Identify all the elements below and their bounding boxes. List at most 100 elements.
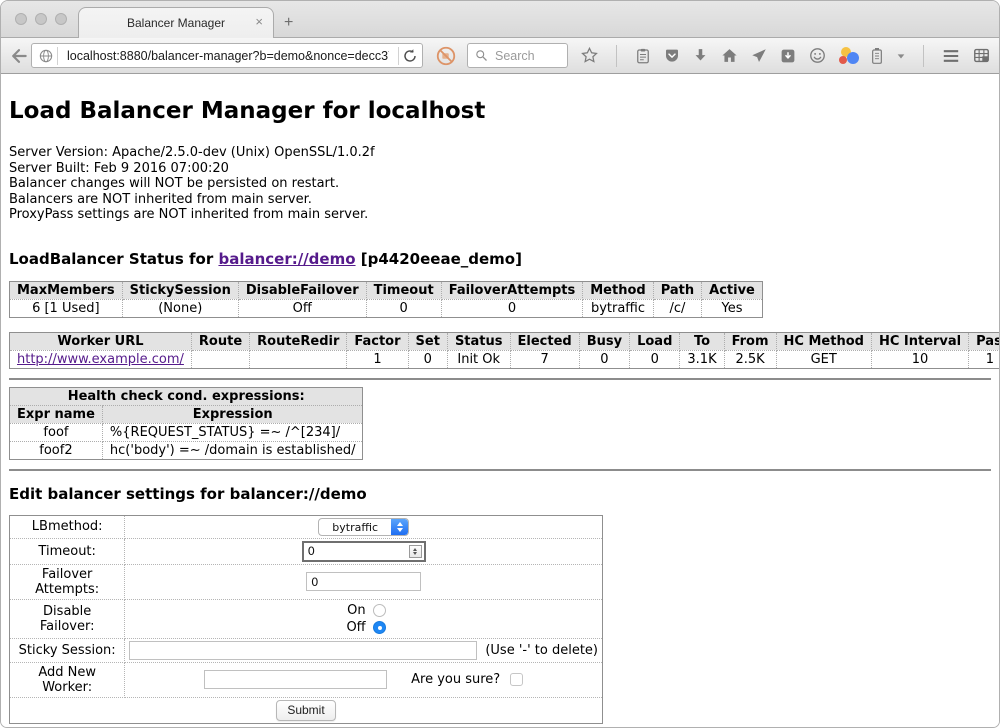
tab-balancer-manager[interactable]: Balancer Manager × — [78, 7, 274, 38]
cell-factor: 1 — [347, 350, 408, 368]
grid-icon[interactable] — [972, 46, 991, 65]
disable-failover-off-radio[interactable] — [373, 621, 386, 634]
navigation-toolbar: localhost:8880/balancer-manager?b=demo&n… — [1, 38, 999, 74]
form-row-timeout: Timeout: — [10, 538, 603, 564]
cell-method: bytraffic — [583, 299, 653, 317]
cell-hc-interval: 10 — [871, 350, 968, 368]
submit-button[interactable]: Submit — [276, 700, 335, 721]
chevron-down-icon[interactable] — [896, 51, 906, 61]
bookmark-star-icon[interactable] — [580, 46, 599, 65]
form-row-sticky: Sticky Session: (Use '-' to delete) — [10, 638, 603, 662]
cell-maxmembers: 6 [1 Used] — [10, 299, 123, 317]
globe-icon — [38, 48, 54, 64]
pocket-icon[interactable] — [663, 47, 681, 65]
timeout-input[interactable] — [302, 541, 426, 562]
lbmethod-select[interactable]: bytraffic — [318, 518, 409, 536]
toolbar-divider — [923, 45, 924, 67]
add-worker-label: Add New Worker: — [10, 662, 125, 697]
col-path: Path — [653, 281, 701, 299]
sticky-session-hint: (Use '-' to delete) — [485, 643, 598, 658]
minimize-window-button[interactable] — [35, 13, 47, 25]
balancer-demo-link[interactable]: balancer://demo — [218, 250, 355, 268]
cell-load: 0 — [630, 350, 680, 368]
table-row: foof2 hc('body') =~ /domain is establish… — [10, 441, 363, 459]
menu-icon[interactable] — [941, 48, 961, 64]
cell-disablefailover: Off — [238, 299, 366, 317]
disable-failover-on-radio[interactable] — [373, 604, 386, 617]
cell-expr-name: foof — [10, 423, 103, 441]
search-placeholder: Search — [495, 49, 535, 63]
add-worker-input[interactable] — [204, 670, 387, 689]
form-row-lbmethod: LBmethod: bytraffic — [10, 515, 603, 538]
server-version: Server Version: Apache/2.5.0-dev (Unix) … — [9, 145, 991, 161]
radio-on-label: On — [342, 603, 366, 618]
radio-off-label: Off — [342, 620, 366, 635]
tab-bar: Balancer Manager × + — [1, 1, 999, 38]
smiley-icon[interactable] — [808, 46, 827, 65]
cell-active: Yes — [702, 299, 763, 317]
colors-icon[interactable] — [838, 46, 858, 66]
back-icon[interactable] — [9, 46, 29, 66]
table-row: foof %{REQUEST_STATUS} =~ /^[234]/ — [10, 423, 363, 441]
blocked-icon[interactable] — [435, 45, 457, 67]
urlbar-divider — [398, 47, 399, 65]
battery-icon[interactable] — [869, 46, 885, 66]
timeout-label: Timeout: — [10, 538, 125, 564]
note-persist: Balancer changes will NOT be persisted o… — [9, 176, 991, 192]
sticky-session-input[interactable] — [129, 641, 477, 660]
select-arrows-icon — [391, 519, 408, 535]
cell-path: /c/ — [653, 299, 701, 317]
download-icon[interactable] — [692, 47, 709, 64]
col-passes: Passes — [969, 332, 999, 350]
reload-icon[interactable] — [402, 48, 418, 64]
zoom-window-button[interactable] — [55, 13, 67, 25]
cell-route — [191, 350, 249, 368]
number-stepper-icon[interactable] — [409, 545, 422, 558]
home-icon[interactable] — [720, 46, 739, 65]
section-divider — [9, 469, 991, 471]
table-header-row: Expr name Expression — [10, 405, 363, 423]
worker-status-table: Worker URL Route RouteRedir Factor Set S… — [9, 332, 999, 369]
search-bar[interactable]: Search — [467, 43, 568, 68]
failover-attempts-input[interactable] — [306, 572, 421, 591]
lbmethod-selected-value: bytraffic — [319, 519, 391, 535]
toolbar-divider — [616, 45, 617, 67]
worker-url-link[interactable]: http://www.example.com/ — [17, 352, 184, 367]
close-window-button[interactable] — [15, 13, 27, 25]
url-bar[interactable]: localhost:8880/balancer-manager?b=demo&n… — [31, 43, 423, 68]
col-routeredir: RouteRedir — [250, 332, 347, 350]
server-info: Server Version: Apache/2.5.0-dev (Unix) … — [9, 145, 991, 223]
cell-passes: 1 (0) — [969, 350, 999, 368]
section-divider — [9, 378, 991, 380]
server-built: Server Built: Feb 9 2016 07:00:20 — [9, 161, 991, 177]
are-you-sure-checkbox[interactable] — [510, 673, 523, 686]
cell-timeout: 0 — [366, 299, 441, 317]
page-content: Load Balancer Manager for localhost Serv… — [1, 74, 999, 728]
form-row-submit: Submit — [10, 697, 603, 723]
health-table-title: Health check cond. expressions: — [10, 387, 363, 405]
note-proxypass: ProxyPass settings are NOT inherited fro… — [9, 207, 991, 223]
cell-expression: hc('body') =~ /domain is established/ — [102, 441, 363, 459]
cell-hc-method: GET — [776, 350, 871, 368]
url-text[interactable]: localhost:8880/balancer-manager?b=demo&n… — [67, 49, 389, 63]
save-box-icon[interactable] — [779, 47, 797, 65]
send-icon[interactable] — [750, 47, 768, 65]
tab-title: Balancer Manager — [127, 16, 225, 30]
new-tab-button[interactable]: + — [284, 15, 293, 31]
col-to: To — [680, 332, 724, 350]
col-busy: Busy — [579, 332, 629, 350]
form-row-failover: Failover Attempts: — [10, 564, 603, 599]
form-row-disable-failover: Disable Failover: On Off — [10, 599, 603, 638]
col-hc-method: HC Method — [776, 332, 871, 350]
cell-from: 2.5K — [724, 350, 776, 368]
note-balancers: Balancers are NOT inherited from main se… — [9, 192, 991, 208]
col-active: Active — [702, 281, 763, 299]
col-expression: Expression — [102, 405, 363, 423]
col-maxmembers: MaxMembers — [10, 281, 123, 299]
disable-failover-label: Disable Failover: — [10, 599, 125, 638]
cell-failoverattempts: 0 — [441, 299, 583, 317]
tab-close-icon[interactable]: × — [255, 15, 263, 28]
cell-expression: %{REQUEST_STATUS} =~ /^[234]/ — [102, 423, 363, 441]
clipboard-icon[interactable] — [634, 47, 652, 65]
balancer-status-table: MaxMembers StickySession DisableFailover… — [9, 281, 763, 318]
